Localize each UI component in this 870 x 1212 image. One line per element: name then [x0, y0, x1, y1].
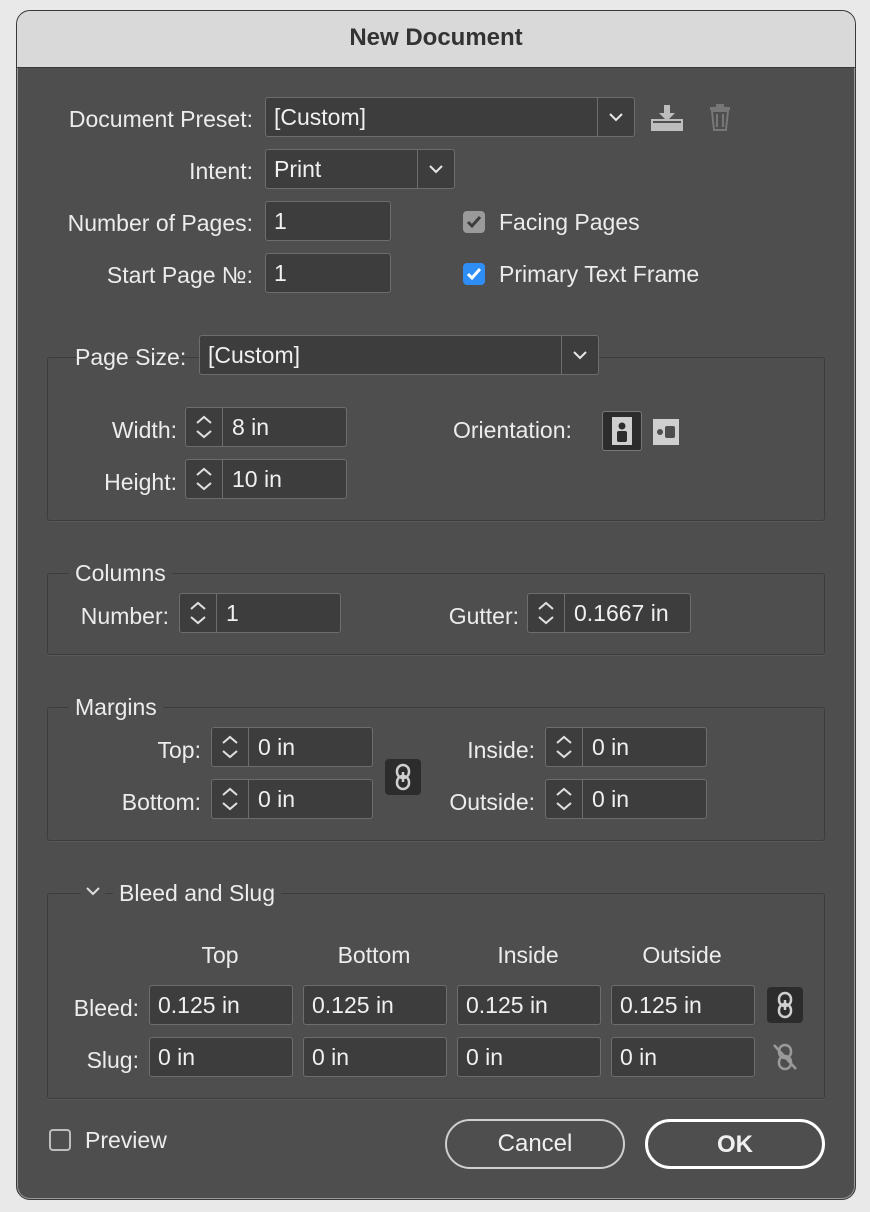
columns-number-stepper[interactable]: 1 — [179, 593, 341, 633]
slug-outside-input[interactable]: 0 in — [611, 1037, 755, 1077]
facing-pages-label: Facing Pages — [499, 209, 640, 235]
start-page-input[interactable]: 1 — [265, 253, 391, 293]
margin-outside-value: 0 in — [592, 786, 630, 812]
stepper-arrows-icon[interactable] — [186, 408, 223, 446]
columns-title: Columns — [69, 559, 172, 587]
dialog-title: New Document — [17, 11, 855, 68]
margin-bottom-value: 0 in — [258, 786, 296, 812]
primary-text-frame-label: Primary Text Frame — [499, 261, 700, 287]
page-size-label: Page Size: — [75, 344, 187, 370]
stepper-arrows-icon[interactable] — [180, 594, 217, 632]
unlink-slug-icon[interactable] — [767, 1039, 803, 1075]
document-preset-select[interactable]: [Custom] — [265, 97, 635, 137]
ok-button[interactable]: OK — [645, 1119, 825, 1169]
orientation-label: Orientation: — [453, 417, 572, 443]
gutter-value: 0.1667 in — [574, 600, 669, 626]
slug-inside-input[interactable]: 0 in — [457, 1037, 601, 1077]
margins-group — [47, 707, 825, 841]
margin-bottom-label: Bottom: — [121, 789, 201, 815]
margin-top-label: Top: — [157, 737, 201, 763]
stepper-arrows-icon[interactable] — [528, 594, 565, 632]
bleed-outside-input[interactable]: 0.125 in — [611, 985, 755, 1025]
stepper-arrows-icon[interactable] — [546, 780, 583, 818]
primary-text-frame-checkbox[interactable] — [463, 263, 485, 285]
intent-select[interactable]: Print — [265, 149, 455, 189]
margin-bottom-stepper[interactable]: 0 in — [211, 779, 373, 819]
save-preset-icon[interactable] — [649, 103, 685, 133]
gutter-label: Gutter: — [448, 603, 519, 629]
number-of-pages-input[interactable]: 1 — [265, 201, 391, 241]
landscape-orientation-icon[interactable] — [651, 415, 681, 447]
bleed-header-outside: Outside — [642, 942, 722, 968]
new-document-dialog: New Document Document Preset: [Custom] I… — [16, 10, 856, 1200]
margin-inside-stepper[interactable]: 0 in — [545, 727, 707, 767]
margin-top-stepper[interactable]: 0 in — [211, 727, 373, 767]
preview-checkbox[interactable] — [49, 1129, 71, 1151]
margins-title: Margins — [69, 693, 163, 721]
preview-label: Preview — [85, 1127, 167, 1153]
columns-number-label: Number: — [80, 603, 169, 629]
start-page-label: Start Page №: — [106, 262, 253, 288]
portrait-orientation-icon[interactable] — [602, 411, 642, 451]
margin-inside-label: Inside: — [467, 737, 535, 763]
chevron-down-icon — [597, 98, 634, 136]
margin-top-value: 0 in — [258, 734, 296, 760]
columns-number-value: 1 — [226, 600, 239, 626]
stepper-arrows-icon[interactable] — [212, 728, 249, 766]
height-label: Height: — [104, 469, 177, 495]
bleed-slug-title[interactable]: Bleed and Slug — [113, 879, 282, 907]
bleed-header-inside: Inside — [497, 942, 559, 968]
document-preset-value: [Custom] — [274, 104, 367, 130]
bleed-header-bottom: Bottom — [337, 942, 411, 968]
height-stepper[interactable]: 10 in — [185, 459, 347, 499]
intent-label: Intent: — [189, 158, 253, 184]
delete-preset-icon[interactable] — [709, 103, 731, 131]
bleed-inside-input[interactable]: 0.125 in — [457, 985, 601, 1025]
link-bleed-icon[interactable] — [767, 987, 803, 1023]
bleed-bottom-input[interactable]: 0.125 in — [303, 985, 447, 1025]
slug-bottom-input[interactable]: 0 in — [303, 1037, 447, 1077]
chevron-down-icon — [561, 336, 598, 374]
bleed-header-top: Top — [201, 942, 239, 968]
page-size-select[interactable]: [Custom] — [199, 335, 599, 375]
page-size-value: [Custom] — [208, 342, 301, 368]
width-stepper[interactable]: 8 in — [185, 407, 347, 447]
chevron-down-icon — [417, 150, 454, 188]
number-of-pages-label: Number of Pages: — [67, 210, 253, 236]
cancel-button[interactable]: Cancel — [445, 1119, 625, 1169]
margin-inside-value: 0 in — [592, 734, 630, 760]
gutter-stepper[interactable]: 0.1667 in — [527, 593, 691, 633]
margin-outside-label: Outside: — [449, 789, 535, 815]
width-label: Width: — [111, 417, 177, 443]
bleed-top-input[interactable]: 0.125 in — [149, 985, 293, 1025]
facing-pages-checkbox[interactable] — [463, 211, 485, 233]
stepper-arrows-icon[interactable] — [212, 780, 249, 818]
margin-outside-stepper[interactable]: 0 in — [545, 779, 707, 819]
intent-value: Print — [274, 156, 322, 182]
slug-label: Slug: — [86, 1047, 139, 1073]
height-value: 10 in — [232, 466, 282, 492]
document-preset-label: Document Preset: — [68, 106, 253, 132]
chevron-down-icon[interactable] — [81, 881, 105, 901]
slug-top-input[interactable]: 0 in — [149, 1037, 293, 1077]
stepper-arrows-icon[interactable] — [186, 460, 223, 498]
bleed-label: Bleed: — [73, 995, 139, 1021]
width-value: 8 in — [232, 414, 270, 440]
stepper-arrows-icon[interactable] — [546, 728, 583, 766]
